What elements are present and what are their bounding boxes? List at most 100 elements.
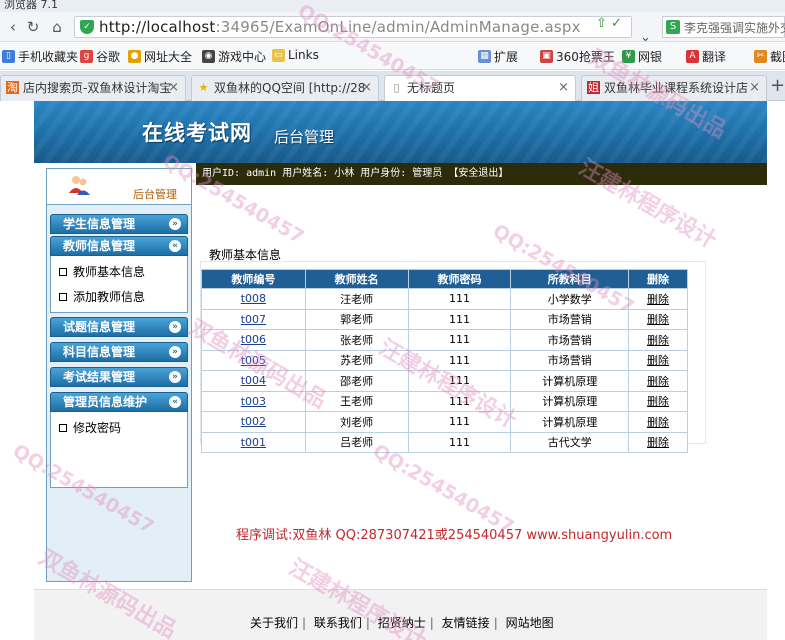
teacher-id-cell: t004	[201, 370, 306, 392]
close-icon[interactable]: ×	[749, 76, 760, 100]
teacher-name-cell: 吕老师	[304, 431, 409, 453]
tab-graduation-project-store[interactable]: 姐 双鱼林毕业课程系统设计店 ×	[581, 75, 767, 101]
back-icon[interactable]: ‹	[4, 18, 22, 36]
users-icon	[69, 176, 90, 195]
menu-admin-maintenance-items: 修改密码	[50, 412, 188, 488]
bookmark-mobile-favorites[interactable]: ▯ 手机收藏夹	[2, 48, 78, 65]
teacher-subject-cell: 计算机原理	[510, 370, 630, 392]
table-row: t007 郭老师 111 市场营销 删除	[201, 308, 688, 330]
divider: |	[365, 616, 370, 630]
address-bar[interactable]: ✓ http://localhost:34965/ExamOnLine/admi…	[74, 16, 632, 38]
delete-cell: 删除	[628, 370, 688, 392]
teacher-id-link[interactable]: t001	[241, 436, 266, 449]
reload-icon[interactable]: ↻	[24, 18, 42, 36]
footer-link-sitemap[interactable]: 网站地图	[506, 616, 554, 630]
teacher-table: 教师编号 教师姓名 教师密码 所教科目 删除 t008 汪老师 111 小学数学…	[201, 269, 688, 453]
close-icon[interactable]: ×	[361, 76, 372, 100]
menu-item-teacher-basic-info[interactable]: 教师基本信息	[59, 263, 145, 280]
bank-icon: ¥	[622, 50, 635, 63]
delete-link[interactable]: 删除	[647, 334, 669, 347]
delete-link[interactable]: 删除	[647, 293, 669, 306]
bookmark-url-directory[interactable]: ● 网址大全	[128, 48, 192, 65]
tab-taobao-search[interactable]: 淘 店内搜索页-双鱼林设计淘宝 ×	[0, 75, 186, 101]
footer-link-contact[interactable]: 联系我们	[314, 616, 362, 630]
delete-link[interactable]: 删除	[647, 395, 669, 408]
table-row: t002 刘老师 111 计算机原理 删除	[201, 411, 688, 433]
footer-link-about[interactable]: 关于我们	[250, 616, 298, 630]
url-text[interactable]: http://localhost:34965/ExamOnLine/admin/…	[99, 17, 581, 37]
bookmark-extensions[interactable]: ▦ 扩展	[478, 48, 518, 65]
column-header: 教师编号	[201, 269, 306, 289]
debug-credit: 程序调试:双鱼林 QQ:287307421或254540457 www.shua…	[236, 528, 673, 543]
teacher-name-cell: 苏老师	[304, 349, 409, 371]
menu-admin-maintenance[interactable]: 管理员信息维护 «	[50, 392, 188, 412]
taobao-icon: 淘	[6, 81, 19, 94]
teacher-password-cell: 111	[407, 390, 512, 412]
delete-link[interactable]: 删除	[647, 436, 669, 449]
search-input[interactable]: S 李克强强调实施外交	[662, 16, 785, 38]
bookmark-online-banking[interactable]: ¥ 网银	[622, 48, 662, 65]
delete-cell: 删除	[628, 390, 688, 412]
tab-untitled-page[interactable]: ▯ 无标题页 ×	[384, 75, 576, 102]
delete-cell: 删除	[628, 288, 688, 310]
teacher-password-cell: 111	[407, 349, 512, 371]
menu-item-add-teacher[interactable]: 添加教师信息	[59, 288, 145, 305]
menu-teacher-info[interactable]: 教师信息管理 «	[50, 236, 188, 256]
teacher-subject-cell: 市场营销	[510, 349, 630, 371]
menu-question-info[interactable]: 试题信息管理»	[50, 317, 188, 337]
scissors-icon: ✂	[754, 50, 767, 63]
teacher-id-link[interactable]: t007	[241, 313, 266, 326]
teacher-name-cell: 郭老师	[304, 308, 409, 330]
teacher-subject-cell: 计算机原理	[510, 390, 630, 412]
teacher-id-link[interactable]: t002	[241, 415, 266, 428]
square-bullet-icon	[59, 423, 67, 432]
menu-item-change-password[interactable]: 修改密码	[59, 419, 121, 436]
folder-icon: ▯	[2, 50, 15, 63]
footer-link-friends[interactable]: 友情链接	[442, 616, 490, 630]
grid-icon: ▦	[478, 50, 491, 63]
site-banner: 在线考试网 后台管理	[34, 101, 767, 163]
footer-link-careers[interactable]: 招贤纳士	[378, 616, 426, 630]
page-tools-icons[interactable]: ⇧ ✓	[596, 16, 622, 31]
teacher-id-link[interactable]: t004	[241, 374, 266, 387]
translate-icon: A	[686, 50, 699, 63]
bookmark-links[interactable]: ▭ Links	[272, 48, 319, 62]
delete-link[interactable]: 删除	[647, 354, 669, 367]
ticket-icon: ▣	[540, 50, 553, 63]
home-icon[interactable]: ⌂	[48, 18, 66, 36]
bookmark-screenshot[interactable]: ✂截图	[754, 48, 785, 65]
bookmark-360-ticket[interactable]: ▣ 360抢票王	[540, 48, 615, 65]
teacher-subject-cell: 古代文学	[510, 431, 630, 453]
site-footer: 关于我们 | 联系我们 | 招贤纳士 | 友情链接 | 网站地图	[34, 589, 767, 640]
teacher-id-link[interactable]: t006	[241, 333, 266, 346]
close-icon[interactable]: ×	[168, 76, 179, 100]
teacher-id-cell: t003	[201, 390, 306, 412]
menu-subject-info[interactable]: 科目信息管理»	[50, 342, 188, 362]
bookmark-game-center[interactable]: ◉ 游戏中心	[202, 48, 266, 65]
delete-cell: 删除	[628, 308, 688, 330]
sidebar-title: 后台管理	[133, 188, 177, 201]
menu-student-info[interactable]: 学生信息管理»	[50, 214, 188, 234]
bookmark-google[interactable]: g 谷歌	[80, 48, 120, 65]
tab-strip: 淘 店内搜索页-双鱼林设计淘宝 × ★ 双鱼林的QQ空间 [http://28 …	[0, 71, 785, 102]
teacher-name-cell: 王老师	[304, 390, 409, 412]
teacher-id-link[interactable]: t005	[241, 354, 266, 367]
new-tab-icon[interactable]: +	[770, 75, 785, 96]
teacher-password-cell: 111	[407, 431, 512, 453]
user-info-bar[interactable]: 用户ID: admin 用户姓名: 小林 用户身份: 管理员 【安全退出】	[196, 163, 767, 185]
teacher-id-cell: t005	[201, 349, 306, 371]
teacher-id-link[interactable]: t008	[241, 292, 266, 305]
folder-icon: ▭	[272, 48, 285, 62]
tab-qq-space[interactable]: ★ 双鱼林的QQ空间 [http://28 ×	[191, 75, 379, 101]
chevron-down-icon: »	[169, 321, 181, 333]
teacher-id-cell: t007	[201, 308, 306, 330]
teacher-id-link[interactable]: t003	[241, 395, 266, 408]
menu-exam-results[interactable]: 考试结果管理»	[50, 367, 188, 387]
delete-link[interactable]: 删除	[647, 313, 669, 326]
teacher-subject-cell: 市场营销	[510, 308, 630, 330]
teacher-password-cell: 111	[407, 308, 512, 330]
bookmark-translate[interactable]: A 翻译	[686, 48, 726, 65]
close-icon[interactable]: ×	[558, 76, 569, 100]
delete-link[interactable]: 删除	[647, 416, 669, 429]
delete-link[interactable]: 删除	[647, 375, 669, 388]
